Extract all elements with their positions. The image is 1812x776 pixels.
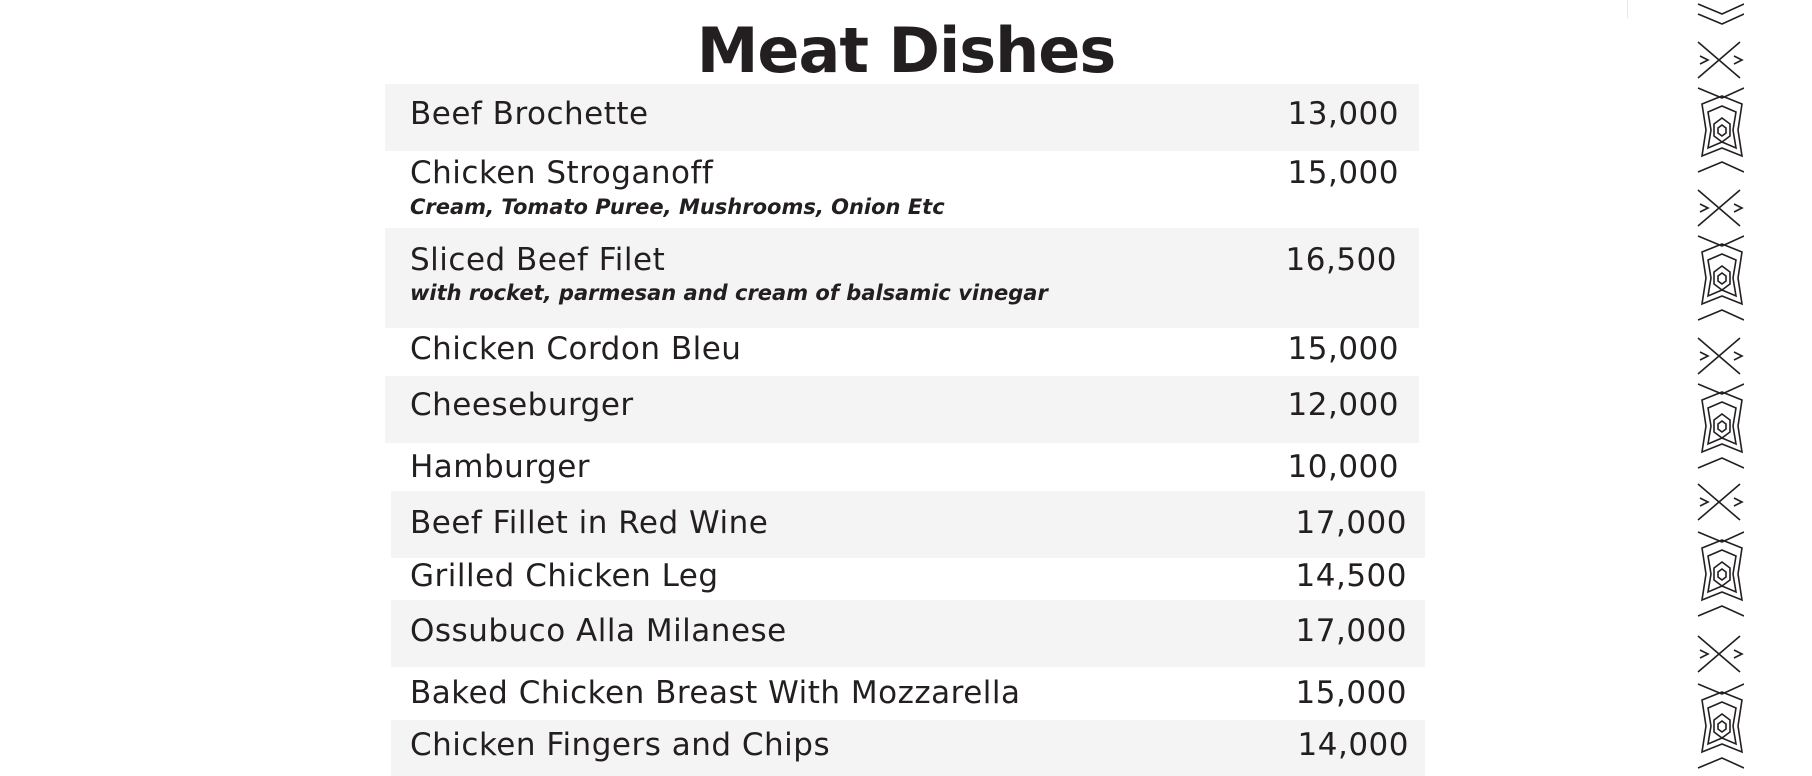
menu-item-name: Ossubuco Alla Milanese [410, 613, 787, 649]
menu-item: Chicken Fingers and Chips 14,000 [391, 720, 1425, 776]
menu-item: Beef Brochette 13,000 [385, 84, 1419, 151]
menu-item-name: Grilled Chicken Leg [410, 558, 719, 594]
menu-item-price: 13,000 [1287, 96, 1399, 132]
menu-item-description: Cream, Tomato Puree, Mushrooms, Onion Et… [410, 195, 945, 219]
menu-page: Meat Dishes Beef Brochette 13,000 Chicke… [0, 0, 1812, 776]
tribal-border-pattern-icon [1697, 3, 1744, 769]
menu-item-price: 12,000 [1287, 387, 1399, 423]
menu-item: Grilled Chicken Leg 14,500 [391, 558, 1425, 600]
menu-item-name: Cheeseburger [410, 387, 634, 423]
menu-item: Baked Chicken Breast With Mozzarella 15,… [391, 667, 1425, 720]
menu-item-name: Baked Chicken Breast With Mozzarella [410, 675, 1021, 711]
menu-item-name: Sliced Beef Filet [410, 242, 666, 278]
menu-item-name: Chicken Fingers and Chips [410, 727, 831, 763]
menu-item-name: Beef Brochette [410, 96, 649, 132]
divider [1627, 0, 1628, 18]
menu-item-price: 10,000 [1287, 449, 1399, 485]
menu-item-price: 15,000 [1295, 675, 1407, 711]
menu-item: Chicken Cordon Bleu 15,000 [385, 328, 1419, 376]
menu-list: Beef Brochette 13,000 Chicken Stroganoff… [0, 0, 1812, 776]
menu-item: Beef Fillet in Red Wine 17,000 [391, 491, 1425, 558]
menu-item-name: Chicken Stroganoff [410, 155, 714, 191]
menu-item-price: 14,500 [1295, 558, 1407, 594]
menu-item-name: Hamburger [410, 449, 591, 485]
menu-item-price: 17,000 [1295, 505, 1407, 541]
menu-item-name: Chicken Cordon Bleu [410, 331, 742, 367]
menu-item: Sliced Beef Filet with rocket, parmesan … [385, 228, 1419, 328]
menu-item-price: 15,000 [1287, 331, 1399, 367]
menu-item-price: 14,000 [1297, 727, 1409, 763]
menu-item: Ossubuco Alla Milanese 17,000 [391, 600, 1425, 667]
menu-item-price: 15,000 [1287, 155, 1399, 191]
menu-item: Cheeseburger 12,000 [385, 376, 1419, 443]
menu-item: Hamburger 10,000 [385, 443, 1419, 491]
menu-item-name: Beef Fillet in Red Wine [410, 505, 769, 541]
menu-item: Chicken Stroganoff Cream, Tomato Puree, … [385, 151, 1419, 228]
menu-item-price: 17,000 [1295, 613, 1407, 649]
menu-item-price: 16,500 [1285, 242, 1397, 278]
menu-item-description: with rocket, parmesan and cream of balsa… [410, 281, 1048, 305]
